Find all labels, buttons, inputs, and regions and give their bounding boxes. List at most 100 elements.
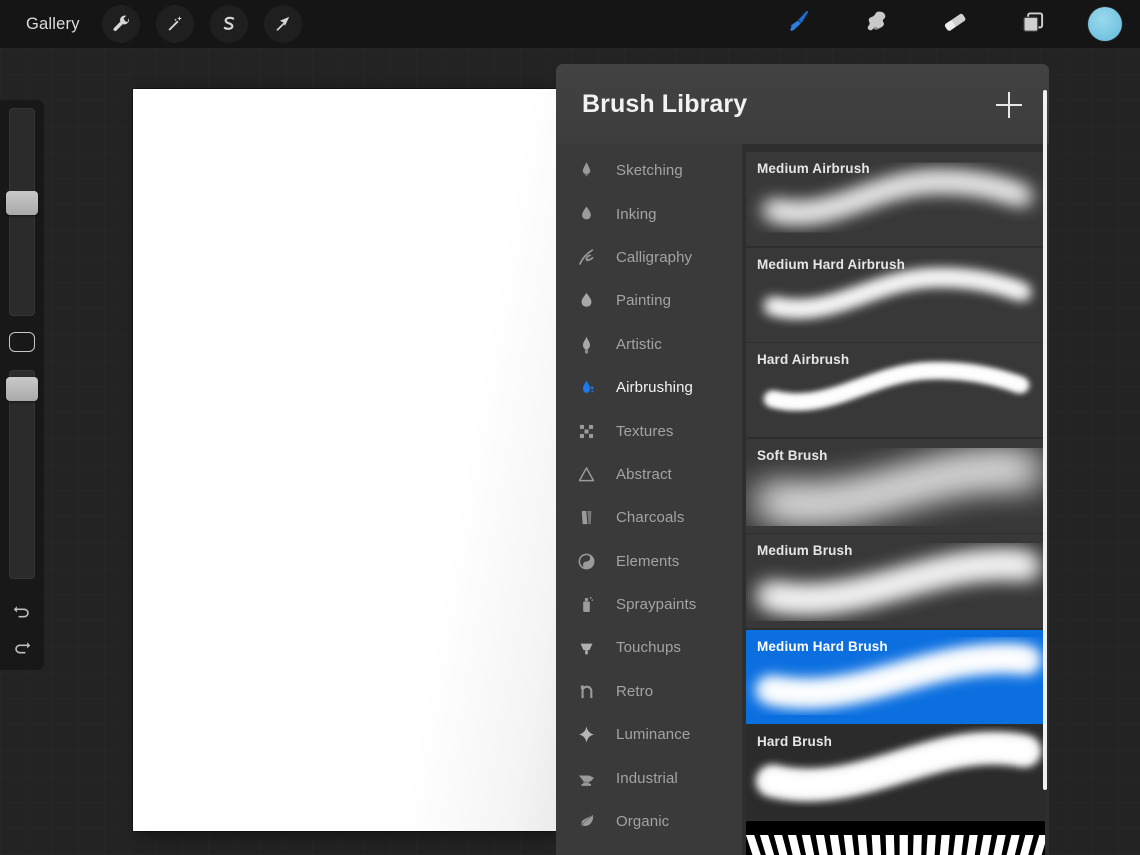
category-item-organic[interactable]: Organic xyxy=(556,800,742,843)
drawing-canvas[interactable] xyxy=(133,89,556,831)
brush-name: Soft Brush xyxy=(757,447,828,463)
elements-yinyang-icon xyxy=(572,551,600,572)
brush-library-panel: Brush Library Sketching Inking Calligraphy… xyxy=(556,64,1049,855)
category-label: Charcoals xyxy=(616,509,685,527)
category-item-artistic[interactable]: Artistic xyxy=(556,323,742,366)
layers-icon xyxy=(1018,7,1048,42)
category-label: Spraypaints xyxy=(616,596,697,614)
brush-item-medium-hard-airbrush[interactable]: Medium Hard Airbrush xyxy=(746,247,1045,342)
category-label: Inking xyxy=(616,205,657,223)
brush-name: Medium Hard Airbrush xyxy=(757,256,906,272)
eraser-button[interactable] xyxy=(928,3,982,45)
top-toolbar-right-group xyxy=(748,3,1140,45)
ink-drop-icon xyxy=(572,204,600,225)
brush-item-hard-airbrush[interactable]: Hard Airbrush xyxy=(746,343,1045,437)
retro-icon xyxy=(572,681,600,702)
brush-name: Medium Airbrush xyxy=(757,161,870,176)
category-label: Touchups xyxy=(616,639,682,657)
modify-button[interactable] xyxy=(9,331,35,352)
category-item-inking[interactable]: Inking xyxy=(556,192,742,235)
undo-button[interactable] xyxy=(3,597,41,633)
organic-leaf-icon xyxy=(572,811,600,832)
category-item-abstract[interactable]: Abstract xyxy=(556,453,742,496)
brush-size-slider[interactable] xyxy=(6,108,38,316)
brush-library-header: Brush Library xyxy=(556,64,1049,144)
category-item-calligraphy[interactable]: Calligraphy xyxy=(556,236,742,279)
brush-opacity-thumb[interactable] xyxy=(6,377,38,402)
category-label: Calligraphy xyxy=(616,248,693,266)
brush-opacity-slider[interactable] xyxy=(6,369,38,580)
luminance-spark-icon xyxy=(572,724,600,745)
brush-name: Medium Brush xyxy=(757,543,853,558)
airbrush-icon xyxy=(572,377,600,398)
transform-button[interactable] xyxy=(263,5,302,43)
category-label: Luminance xyxy=(616,726,691,744)
panel-title: Brush Library xyxy=(582,90,748,118)
add-brush-button[interactable] xyxy=(996,92,1022,118)
redo-arrow-icon xyxy=(11,638,33,665)
brush-item-partial[interactable] xyxy=(746,820,1045,855)
transform-arrow-icon xyxy=(273,14,293,34)
charcoal-icon xyxy=(572,507,600,528)
category-item-elements[interactable]: Elements xyxy=(556,540,742,583)
sketch-pencil-icon xyxy=(572,160,600,181)
brush-settings-sidebar xyxy=(0,100,44,670)
brush-item-soft-brush[interactable]: Soft Brush xyxy=(746,438,1045,533)
category-item-textures[interactable]: Textures xyxy=(556,409,742,452)
brush-name: Hard Brush xyxy=(757,734,833,749)
smudge-button[interactable] xyxy=(850,3,904,45)
category-item-retro[interactable]: Retro xyxy=(556,670,742,713)
spray-can-icon xyxy=(572,594,600,615)
category-label: Abstract xyxy=(616,465,672,483)
artistic-flame-icon xyxy=(572,334,600,355)
brush-list: Medium Airbrush Medium Hard Airbrush Hard … xyxy=(742,144,1049,855)
category-label: Industrial xyxy=(616,769,678,787)
category-item-industrial[interactable]: Industrial xyxy=(556,756,742,799)
brush-item-hard-brush[interactable]: Hard Brush xyxy=(746,725,1045,819)
category-item-painting[interactable]: Painting xyxy=(556,279,742,322)
brush-item-medium-brush[interactable]: Medium Brush xyxy=(746,534,1045,628)
brush-name: Medium Hard Brush xyxy=(757,638,888,654)
brush-size-thumb[interactable] xyxy=(6,190,38,215)
undo-arrow-icon xyxy=(11,602,33,629)
category-label: Artistic xyxy=(616,335,662,353)
brush-category-list: Sketching Inking Calligraphy Painting Artist… xyxy=(556,144,742,855)
category-label: Textures xyxy=(616,422,674,440)
paint-drop-icon xyxy=(572,290,600,311)
redo-button[interactable] xyxy=(3,634,41,670)
smudge-icon xyxy=(862,7,892,42)
gallery-button[interactable]: Gallery xyxy=(20,12,86,37)
textures-icon xyxy=(572,421,600,442)
category-item-touchups[interactable]: Touchups xyxy=(556,626,742,669)
category-item-luminance[interactable]: Luminance xyxy=(556,713,742,756)
paint-brush-button[interactable] xyxy=(772,3,826,45)
top-toolbar: Gallery xyxy=(0,0,1140,48)
category-label: Airbrushing xyxy=(616,379,693,397)
category-item-charcoals[interactable]: Charcoals xyxy=(556,496,742,539)
category-label: Elements xyxy=(616,552,680,570)
calligraphy-icon xyxy=(572,247,600,268)
adjustments-wand-button[interactable] xyxy=(155,5,194,43)
eraser-icon xyxy=(940,7,970,42)
brush-item-medium-airbrush[interactable]: Medium Airbrush xyxy=(746,152,1045,246)
paint-brush-icon xyxy=(784,7,814,42)
category-label: Sketching xyxy=(616,162,683,180)
actions-wrench-icon xyxy=(111,14,131,34)
category-label: Retro xyxy=(616,682,654,700)
adjustments-wand-icon xyxy=(165,14,185,34)
actions-wrench-button[interactable] xyxy=(101,5,140,43)
category-item-sketching[interactable]: Sketching xyxy=(556,149,742,192)
abstract-triangle-icon xyxy=(572,464,600,485)
industrial-anvil-icon xyxy=(572,768,600,789)
touchups-icon xyxy=(572,637,600,658)
color-swatch[interactable] xyxy=(1088,7,1122,41)
selection-icon xyxy=(219,14,239,34)
brush-stroke-preview xyxy=(746,820,1045,855)
selection-button[interactable] xyxy=(209,5,248,43)
brush-library-body: Sketching Inking Calligraphy Painting Artist… xyxy=(556,144,1049,855)
brush-name: Hard Airbrush xyxy=(757,352,850,367)
brush-item-medium-hard-brush[interactable]: Medium Hard Brush xyxy=(746,629,1045,724)
category-item-airbrushing[interactable]: Airbrushing xyxy=(556,366,742,409)
layers-button[interactable] xyxy=(1006,3,1060,45)
category-item-spraypaints[interactable]: Spraypaints xyxy=(556,583,742,626)
